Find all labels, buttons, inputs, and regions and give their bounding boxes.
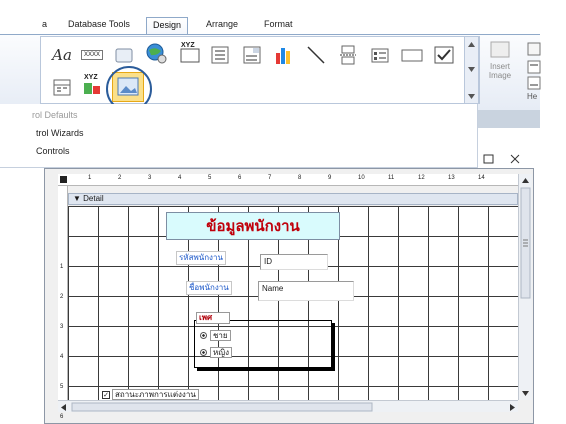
list-box-icon[interactable] — [208, 44, 232, 66]
image-frame-xyz-icon[interactable]: XYZ — [178, 42, 202, 64]
gender-option-group[interactable] — [194, 320, 332, 368]
hscroll-arrows-icon — [61, 402, 515, 412]
vruler-mark: 1 — [60, 264, 64, 270]
tab-arrange[interactable]: Arrange — [200, 17, 244, 34]
vruler-mark: 4 — [60, 354, 64, 360]
horizontal-ruler: 1 2 3 4 5 6 7 8 9 10 11 12 13 14 — [58, 174, 518, 186]
emp-name-textbox[interactable]: Name — [258, 281, 354, 301]
tab-database-tools[interactable]: Database Tools — [62, 17, 136, 34]
ruler-mark: 2 — [118, 175, 122, 181]
vruler-mark: 5 — [60, 384, 64, 390]
combo-box-icon[interactable] — [240, 44, 264, 66]
button-control-icon[interactable] — [112, 44, 136, 66]
tab-order-icon[interactable] — [522, 72, 546, 94]
xyz-text: XYZ — [181, 42, 195, 49]
ruler-mark: 6 — [238, 175, 242, 181]
menu-activex-controls[interactable]: Controls — [36, 146, 70, 156]
bound-object-frame-icon[interactable]: XYZ — [80, 74, 104, 96]
vruler-mark: 2 — [60, 294, 64, 300]
gallery-scroll-arrows-icon — [468, 42, 475, 99]
ruler-mark: 9 — [328, 175, 332, 181]
tools-group-label: He — [527, 92, 538, 101]
section-name: Detail — [83, 194, 104, 203]
detail-section-header[interactable]: ▼ Detail — [68, 193, 518, 205]
marital-status-checkbox[interactable]: ✓ สถานะภาพการแต่งงาน — [102, 389, 199, 400]
controls-dropdown: rol Defaults trol Wizards Controls — [0, 104, 478, 168]
ruler-mark: 8 — [298, 175, 302, 181]
rectangle-icon[interactable] — [400, 44, 424, 66]
gallery-scroll[interactable] — [464, 36, 479, 104]
ruler-mark: 10 — [358, 175, 365, 181]
ruler-mark: 1 — [88, 175, 92, 181]
ruler-mark: 7 — [268, 175, 272, 181]
gender-option-female[interactable]: หญิง — [200, 347, 232, 359]
ruler-mark: 5 — [208, 175, 212, 181]
vertical-scrollbar[interactable] — [518, 174, 532, 400]
emp-name-label[interactable]: ชื่อพนักงาน — [186, 281, 232, 295]
ruler-mark: 14 — [478, 175, 485, 181]
label-control-icon[interactable]: Aa — [50, 44, 74, 66]
tab-partial[interactable]: a — [36, 17, 53, 34]
ruler-mark: 12 — [418, 175, 425, 181]
menu-control-defaults[interactable]: rol Defaults — [32, 110, 78, 120]
checkbox-icon: ✓ — [102, 390, 110, 399]
window-controls — [478, 152, 538, 166]
radio-icon-2 — [200, 349, 207, 356]
list-control-icon[interactable] — [368, 44, 392, 66]
ribbon-band-edge — [478, 110, 540, 128]
textbox-control-icon[interactable]: XXXX — [80, 44, 104, 66]
tab-control-icon[interactable] — [50, 76, 74, 98]
horizontal-scrollbar[interactable] — [58, 400, 518, 412]
gender-female-label: หญิง — [210, 347, 232, 358]
chart-icon[interactable] — [272, 44, 296, 66]
hyperlink-globe-icon[interactable] — [144, 42, 168, 64]
textbox-icon-text: XXXX — [80, 50, 103, 60]
page-break-icon[interactable] — [336, 44, 360, 66]
gender-male-label: ชาย — [210, 330, 231, 341]
insert-image-label-2: Image — [488, 71, 512, 80]
emp-id-label[interactable]: รหัสพนักงาน — [176, 251, 226, 265]
ruler-mark: 13 — [448, 175, 455, 181]
radio-icon — [200, 332, 207, 339]
vruler-mark: 6 — [60, 414, 64, 420]
restore-icon — [483, 154, 494, 164]
ruler-mark: 4 — [178, 175, 182, 181]
form-title-label[interactable]: ข้อมูลพนักงาน — [166, 212, 340, 240]
xyz-text-2: XYZ — [84, 74, 98, 81]
gender-option-male[interactable]: ชาย — [200, 330, 231, 342]
insert-image-label-1: Insert — [489, 62, 510, 71]
menu-control-wizards[interactable]: trol Wizards — [36, 128, 84, 138]
ruler-mark: 11 — [388, 175, 395, 181]
line-icon[interactable] — [304, 44, 328, 66]
insert-image-icon — [490, 41, 510, 58]
insert-image-button[interactable]: Insert Image — [480, 40, 520, 80]
access-window: a Database Tools Design Arrange Format A… — [0, 0, 566, 424]
ruler-mark: 3 — [148, 175, 152, 181]
tab-format[interactable]: Format — [258, 17, 299, 34]
vscroll-arrows-icon — [520, 178, 531, 396]
tab-design[interactable]: Design — [146, 17, 189, 34]
ribbon-tab-bar: a Database Tools Design Arrange Format — [0, 14, 566, 34]
section-arrow-icon: ▼ — [73, 194, 84, 203]
vertical-ruler: 1 2 3 4 5 6 — [58, 186, 68, 420]
vruler-mark: 3 — [60, 324, 64, 330]
marital-status-label: สถานะภาพการแต่งงาน — [112, 389, 199, 400]
gender-group-label[interactable]: เพศ — [196, 312, 230, 324]
emp-id-textbox[interactable]: ID — [260, 254, 328, 270]
checkbox-control-icon[interactable] — [432, 44, 456, 66]
